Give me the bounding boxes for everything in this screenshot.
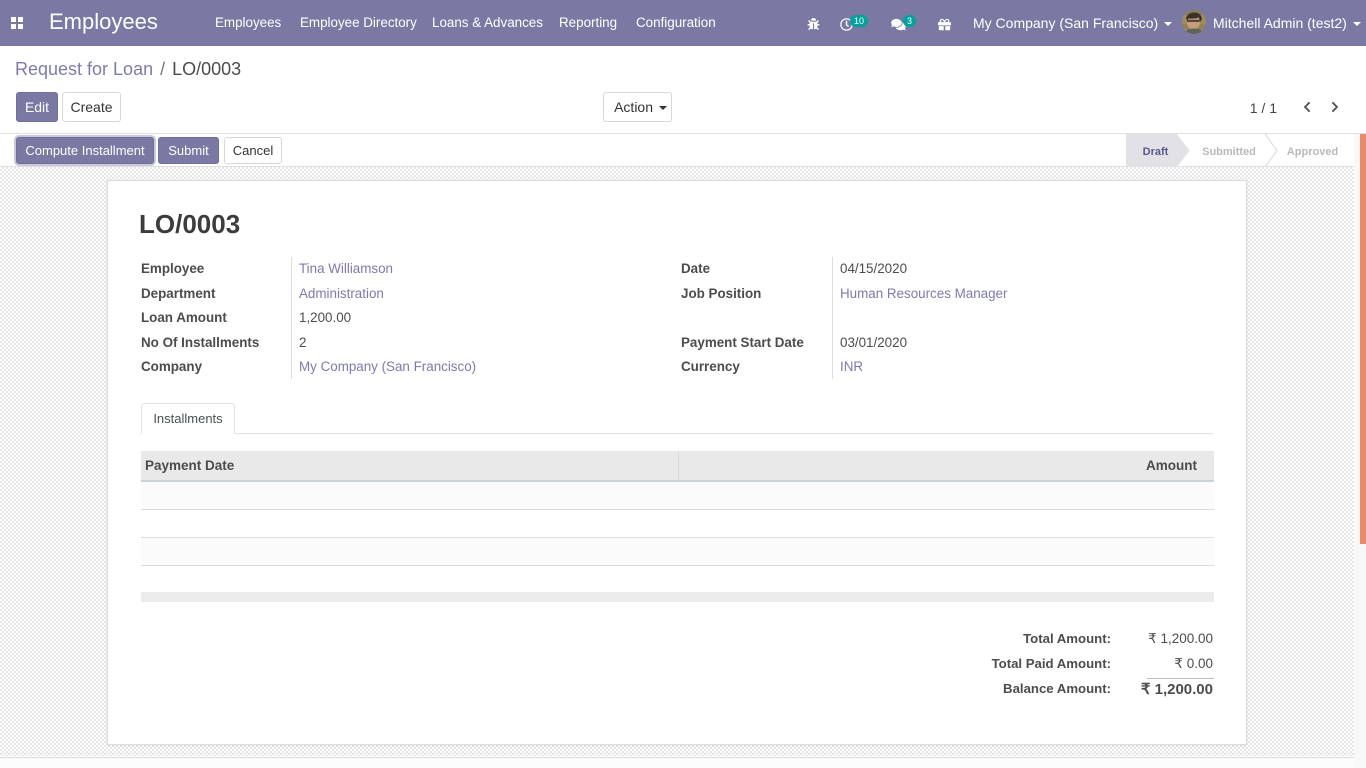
svg-text:Submitted: Submitted — [1202, 146, 1256, 158]
svg-text:Approved: Approved — [1287, 146, 1338, 158]
svg-text:Draft: Draft — [1143, 146, 1169, 158]
